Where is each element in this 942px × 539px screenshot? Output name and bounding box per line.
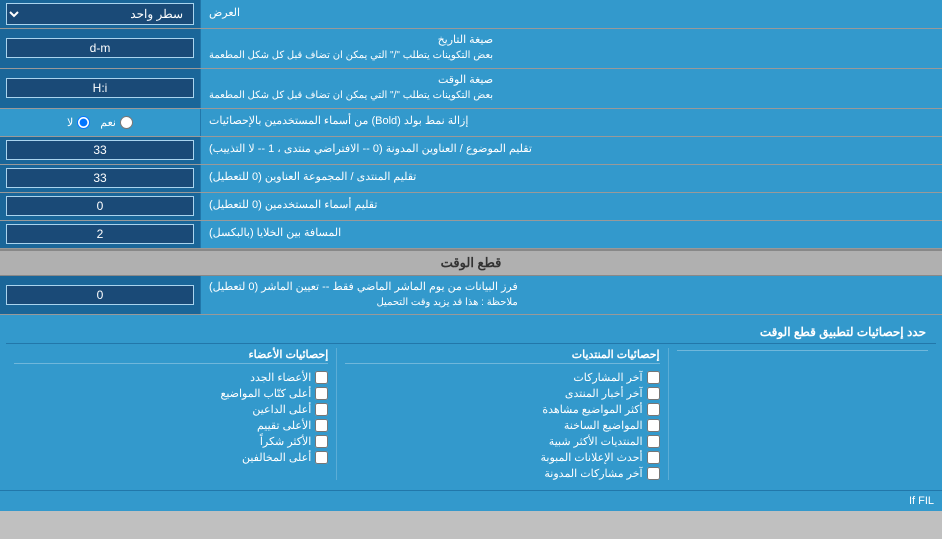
radio-no-label[interactable]: لا xyxy=(67,116,90,129)
dropdown-cell: سطر واحد سطران ثلاثة أسطر xyxy=(0,0,200,28)
bold-removal-row: إزالة نمط بولد (Bold) من أسماء المستخدمي… xyxy=(0,109,942,137)
checkbox-latest-classified-input[interactable] xyxy=(647,451,660,464)
checkbox-most-viewed-input[interactable] xyxy=(647,403,660,416)
radio-yes[interactable] xyxy=(120,116,133,129)
username-trim-input-cell xyxy=(0,193,200,220)
username-trim-row: تقليم أسماء المستخدمين (0 للتعطيل) xyxy=(0,193,942,221)
date-format-row: صيغة التاريخبعض التكوينات يتطلب "/" التي… xyxy=(0,29,942,69)
bold-removal-radio-cell: نعم لا xyxy=(0,109,200,136)
cutoff-row: فرز البيانات من يوم الماشر الماضي فقط --… xyxy=(0,276,942,316)
cell-spacing-input[interactable] xyxy=(6,224,194,244)
checkbox-most-thanked: الأكثر شكراً xyxy=(14,435,328,448)
checkbox-last-posts-input[interactable] xyxy=(647,371,660,384)
cutoff-input-cell xyxy=(0,276,200,315)
forum-trim-input-cell xyxy=(0,165,200,192)
cell-spacing-row: المسافة بين الخلايا (بالبكسل) xyxy=(0,221,942,249)
radio-no[interactable] xyxy=(77,116,90,129)
col-divider-1 xyxy=(668,348,669,480)
cutoff-label: فرز البيانات من يوم الماشر الماضي فقط --… xyxy=(200,276,942,315)
checkbox-last-posts: آخر المشاركات xyxy=(345,371,659,384)
checkbox-hot-topics: المواضيع الساخنة xyxy=(345,419,659,432)
members-stats-header: إحصائيات الأعضاء xyxy=(14,348,328,364)
topic-trim-row: تقليم الموضوع / العناوين المدونة (0 -- ا… xyxy=(0,137,942,165)
date-format-input-cell xyxy=(0,29,200,68)
checkbox-most-similar-forums: المنتديات الأكثر شبية xyxy=(345,435,659,448)
checkbox-new-members: الأعضاء الجدد xyxy=(14,371,328,384)
cell-spacing-input-cell xyxy=(0,221,200,248)
time-format-row: صيغة الوقتبعض التكوينات يتطلب "/" التي ي… xyxy=(0,69,942,109)
forum-trim-label: تقليم المنتدى / المجموعة العناوين (0 للت… xyxy=(200,165,942,192)
checkbox-top-violators: أعلى المخالفين xyxy=(14,451,328,464)
checkbox-top-topic-writers: أعلى كتّاب المواضيع xyxy=(14,387,328,400)
col-divider-2 xyxy=(336,348,337,480)
username-trim-label: تقليم أسماء المستخدمين (0 للتعطيل) xyxy=(200,193,942,220)
date-format-input[interactable] xyxy=(6,38,194,58)
checkbox-top-rated-input[interactable] xyxy=(315,419,328,432)
checkbox-new-members-input[interactable] xyxy=(315,371,328,384)
checkbox-last-blog-posts: آخر مشاركات المدونة xyxy=(345,467,659,480)
checkbox-top-rated: الأعلى تقييم xyxy=(14,419,328,432)
checkbox-latest-classified: أحدث الإعلانات المبوبة xyxy=(345,451,659,464)
header-row: العرض سطر واحد سطران ثلاثة أسطر xyxy=(0,0,942,29)
bold-removal-label: إزالة نمط بولد (Bold) من أسماء المستخدمي… xyxy=(200,109,942,136)
checkbox-top-inviters-input[interactable] xyxy=(315,403,328,416)
time-format-label: صيغة الوقتبعض التكوينات يتطلب "/" التي ي… xyxy=(200,69,942,108)
checkbox-col-members: إحصائيات الأعضاء الأعضاء الجدد أعلى كتّا… xyxy=(6,344,336,484)
checkbox-hot-topics-input[interactable] xyxy=(647,419,660,432)
checkbox-most-similar-forums-input[interactable] xyxy=(647,435,660,448)
checkboxes-section: حدد إحصائيات لتطبيق قطع الوقت إحصائيات ا… xyxy=(0,315,942,490)
checkbox-last-blog-posts-input[interactable] xyxy=(647,467,660,480)
if-fil-label: If FIL xyxy=(909,495,934,507)
bottom-bar: If FIL xyxy=(0,490,942,511)
checkbox-top-violators-input[interactable] xyxy=(315,451,328,464)
date-format-label: صيغة التاريخبعض التكوينات يتطلب "/" التي… xyxy=(200,29,942,68)
header-label: العرض xyxy=(200,0,942,28)
time-format-input-cell xyxy=(0,69,200,108)
time-format-input[interactable] xyxy=(6,78,194,98)
checkbox-top-topic-writers-input[interactable] xyxy=(315,387,328,400)
display-mode-select[interactable]: سطر واحد سطران ثلاثة أسطر xyxy=(6,3,194,25)
forum-trim-input[interactable] xyxy=(6,168,194,188)
checkbox-col-right xyxy=(669,344,936,484)
topic-trim-input[interactable] xyxy=(6,140,194,160)
topic-trim-input-cell xyxy=(0,137,200,164)
cutoff-section-header: قطع الوقت xyxy=(0,249,942,276)
checkboxes-grid: إحصائيات المنتديات آخر المشاركات آخر أخب… xyxy=(6,344,936,484)
checkbox-last-news-input[interactable] xyxy=(647,387,660,400)
forum-trim-row: تقليم المنتدى / المجموعة العناوين (0 للت… xyxy=(0,165,942,193)
radio-yes-label[interactable]: نعم xyxy=(100,116,133,129)
topic-trim-label: تقليم الموضوع / العناوين المدونة (0 -- ا… xyxy=(200,137,942,164)
cutoff-input[interactable] xyxy=(6,285,194,305)
cell-spacing-label: المسافة بين الخلايا (بالبكسل) xyxy=(200,221,942,248)
checkbox-most-thanked-input[interactable] xyxy=(315,435,328,448)
main-container: العرض سطر واحد سطران ثلاثة أسطر صيغة الت… xyxy=(0,0,942,511)
checkbox-col-forums: إحصائيات المنتديات آخر المشاركات آخر أخب… xyxy=(337,344,667,484)
username-trim-input[interactable] xyxy=(6,196,194,216)
checkbox-last-news: آخر أخبار المنتدى xyxy=(345,387,659,400)
forums-stats-header: إحصائيات المنتديات xyxy=(345,348,659,364)
checkbox-top-inviters: أعلى الداعين xyxy=(14,403,328,416)
checkbox-most-viewed: أكثر المواضيع مشاهدة xyxy=(345,403,659,416)
stats-header: حدد إحصائيات لتطبيق قطع الوقت xyxy=(6,321,936,344)
page-title: العرض xyxy=(209,6,240,21)
